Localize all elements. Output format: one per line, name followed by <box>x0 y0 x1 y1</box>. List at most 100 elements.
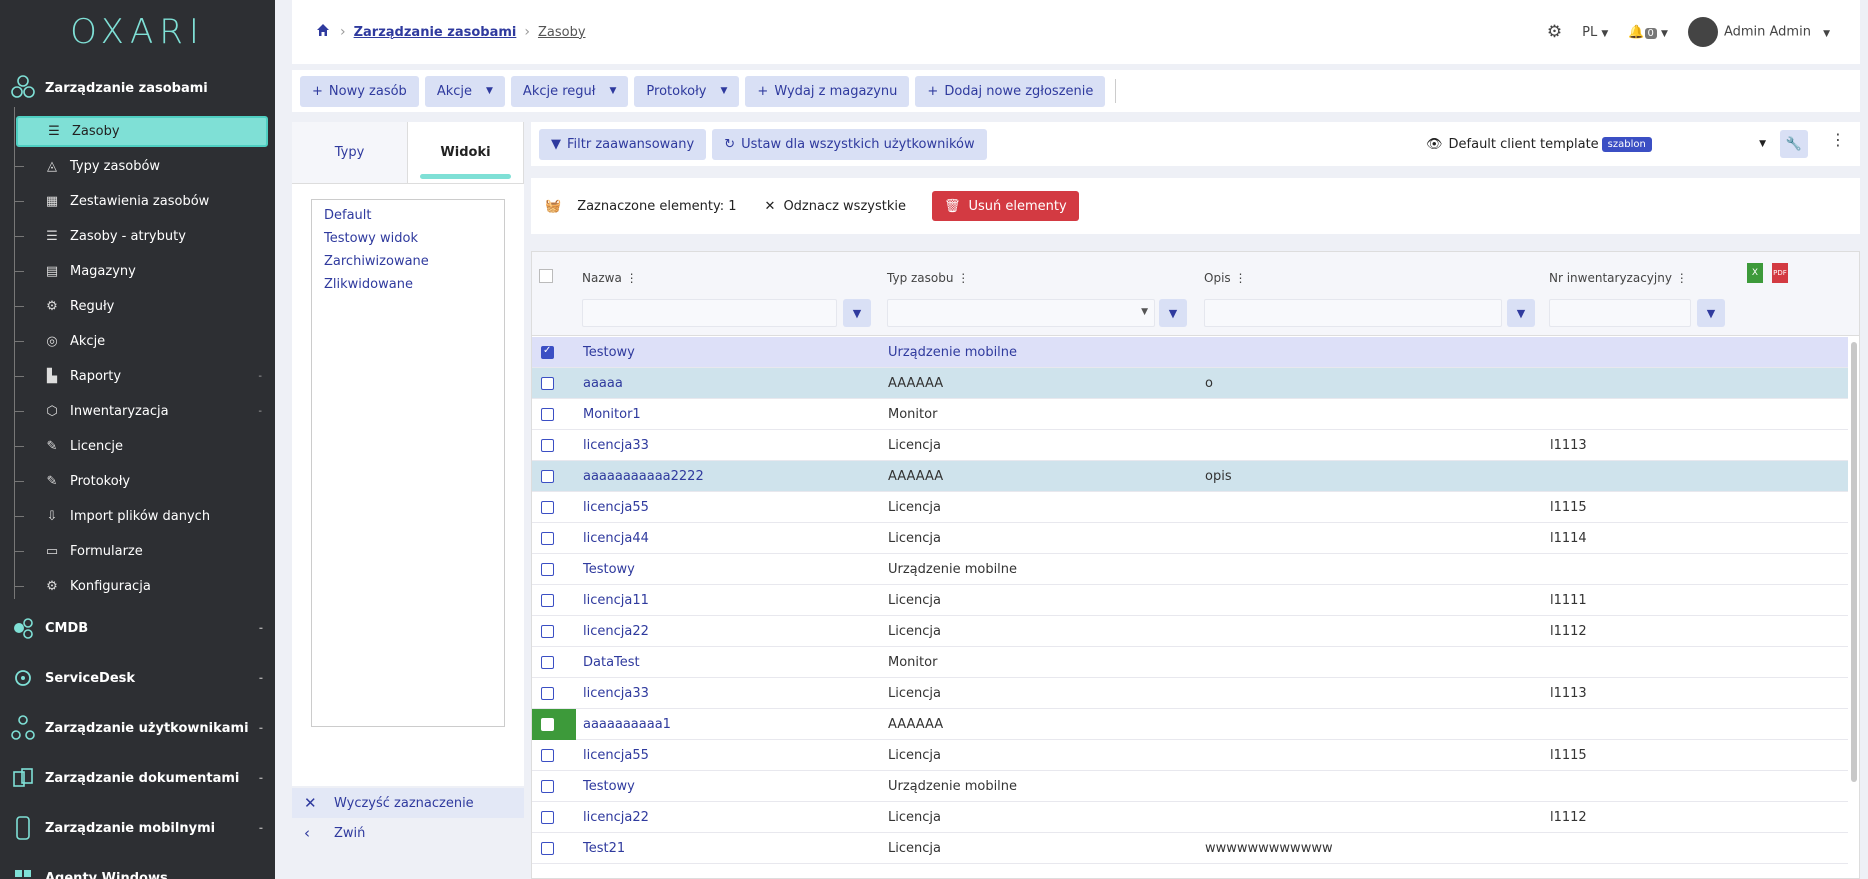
cell-name[interactable]: licencja22 <box>583 624 649 639</box>
table-row[interactable]: licencja22 Licencja l1112 <box>532 802 1848 833</box>
pdf-export-icon[interactable]: PDF <box>1772 263 1788 283</box>
advanced-filter-button[interactable]: ▼ Filtr zaawansowany <box>539 128 707 160</box>
row-checkbox[interactable] <box>541 562 554 576</box>
rule-actions-dropdown[interactable]: Akcje reguł ▼ <box>510 75 629 107</box>
sidebar-item-atrybuty[interactable]: ☰ Zasoby - atrybuty <box>14 221 268 252</box>
sidebar-item-protokoly[interactable]: ✎ Protokoły <box>14 466 268 497</box>
table-row[interactable]: aaaaa AAAAAA o <box>532 368 1848 399</box>
row-checkbox[interactable] <box>541 469 554 483</box>
sidebar-item-akcje[interactable]: ◎ Akcje <box>14 326 268 357</box>
col-header-name[interactable]: Nazwa ⋮ <box>582 271 638 285</box>
table-row[interactable]: licencja44 Licencja l1114 <box>532 523 1848 554</box>
table-row[interactable]: aaaaaaaaaa1 AAAAAA <box>532 709 1848 740</box>
new-asset-button[interactable]: + Nowy zasób <box>300 75 419 107</box>
more-vertical-icon[interactable]: ⋮ <box>1830 130 1846 149</box>
sidebar-section-windows-agents[interactable]: Agenty Windows <box>0 856 275 879</box>
sidebar-item-raporty[interactable]: ▙ Raporty - <box>14 361 268 392</box>
table-row[interactable]: licencja33 Licencja l1113 <box>532 430 1848 461</box>
breadcrumb-parent[interactable]: Zarządzanie zasobami <box>354 25 517 40</box>
cell-name[interactable]: licencja33 <box>583 438 649 453</box>
sidebar-item-typy-zasobow[interactable]: ◬ Typy zasobów <box>14 151 268 182</box>
col-header-desc[interactable]: Opis ⋮ <box>1204 271 1246 285</box>
scrollbar[interactable] <box>1851 342 1857 782</box>
wrench-icon[interactable]: 🔧 <box>1780 130 1808 158</box>
table-row[interactable]: DataTest Monitor <box>532 647 1848 678</box>
row-checkbox[interactable] <box>541 531 554 545</box>
filter-desc-input[interactable] <box>1204 299 1502 327</box>
filter-icon[interactable]: ▼ <box>1697 299 1725 327</box>
cell-name[interactable]: licencja44 <box>583 531 649 546</box>
sidebar-item-import[interactable]: ⇩ Import plików danych <box>14 501 268 532</box>
sidebar-section-mobile[interactable]: Zarządzanie mobilnymi - <box>0 806 275 850</box>
row-checkbox[interactable] <box>541 841 554 855</box>
table-row[interactable]: aaaaaaaaaaa2222 AAAAAA opis <box>532 461 1848 492</box>
breadcrumb-current[interactable]: Zasoby <box>538 25 586 40</box>
row-checkbox[interactable] <box>541 438 554 452</box>
table-row[interactable]: Testowy Urządzenie mobilne <box>532 337 1848 368</box>
cell-name[interactable]: Monitor1 <box>583 407 641 422</box>
select-all-checkbox[interactable] <box>539 269 553 283</box>
cell-name[interactable]: Test21 <box>583 841 625 856</box>
filter-icon[interactable]: ▼ <box>1507 299 1535 327</box>
cell-name[interactable]: aaaaaaaaaaa2222 <box>583 469 704 484</box>
cell-name[interactable]: aaaaaaaaaa1 <box>583 717 671 732</box>
col-header-type[interactable]: Typ zasobu ⋮ <box>887 271 969 285</box>
sidebar-section-cmdb[interactable]: CMDB - <box>0 606 275 650</box>
sidebar-item-inwentaryzacja[interactable]: ⬡ Inwentaryzacja - <box>14 396 268 427</box>
set-for-all-button[interactable]: ↻ Ustaw dla wszystkich użytkowników <box>712 128 987 160</box>
view-item[interactable]: Zlikwidowane <box>312 273 504 296</box>
cell-name[interactable]: Testowy <box>583 562 635 577</box>
unselect-all-button[interactable]: ✕ Odznacz wszystkie <box>765 199 906 214</box>
view-item[interactable]: Zarchiwizowane <box>312 250 504 273</box>
sidebar-item-licencje[interactable]: ✎ Licencje <box>14 431 268 462</box>
filter-type-select[interactable]: ▼ <box>887 299 1155 327</box>
home-icon[interactable] <box>316 23 330 41</box>
sidebar-item-formularze[interactable]: ▭ Formularze <box>14 536 268 567</box>
row-checkbox[interactable] <box>541 407 554 421</box>
actions-dropdown[interactable]: Akcje ▼ <box>424 75 505 107</box>
sidebar-item-magazyny[interactable]: ▤ Magazyny <box>14 256 268 287</box>
row-checkbox[interactable] <box>541 748 554 762</box>
notifications-button[interactable]: 🔔 0 ▼ <box>1628 25 1668 40</box>
user-menu[interactable]: Admin Admin ▼ <box>1687 17 1830 47</box>
issue-warehouse-button[interactable]: + Wydaj z magazynu <box>745 75 910 107</box>
sidebar-section-documents[interactable]: Zarządzanie dokumentami - <box>0 756 275 800</box>
add-ticket-button[interactable]: + Dodaj nowe zgłoszenie <box>915 75 1106 107</box>
row-checkbox[interactable] <box>541 655 554 669</box>
sidebar-item-reguly[interactable]: ⚙ Reguły <box>14 291 268 322</box>
delete-button[interactable]: 🗑 Usuń elementy <box>932 191 1079 221</box>
filter-icon[interactable]: ▼ <box>843 299 871 327</box>
tab-views[interactable]: Widoki <box>408 122 524 183</box>
table-row[interactable]: Test21 Licencja wwwwwwwwwwww <box>532 833 1848 864</box>
row-checkbox[interactable] <box>541 718 554 731</box>
table-row[interactable]: licencja22 Licencja l1112 <box>532 616 1848 647</box>
tab-types[interactable]: Typy <box>292 122 408 183</box>
clear-selection-button[interactable]: ✕ Wyczyść zaznaczenie <box>292 788 524 818</box>
row-checkbox[interactable] <box>541 376 554 390</box>
filter-inv-input[interactable] <box>1549 299 1691 327</box>
row-checkbox[interactable] <box>541 686 554 700</box>
excel-export-icon[interactable]: X <box>1747 263 1763 283</box>
template-select[interactable]: 👁 Default client template szablon ▼ <box>1426 130 1776 158</box>
table-row[interactable]: licencja55 Licencja l1115 <box>532 740 1848 771</box>
table-row[interactable]: licencja11 Licencja l1111 <box>532 585 1848 616</box>
cell-name[interactable]: licencja11 <box>583 593 649 608</box>
row-checkbox[interactable] <box>541 345 554 359</box>
language-select[interactable]: PL ▼ <box>1582 25 1608 40</box>
table-row[interactable]: licencja33 Licencja l1113 <box>532 678 1848 709</box>
sidebar-item-konfiguracja[interactable]: ⚙ Konfiguracja <box>14 571 268 602</box>
sidebar-section-users[interactable]: Zarządzanie użytkownikami - <box>0 706 275 750</box>
table-row[interactable]: Monitor1 Monitor <box>532 399 1848 430</box>
sidebar-section-servicedesk[interactable]: ServiceDesk - <box>0 656 275 700</box>
sidebar-item-zasoby[interactable]: ☰ Zasoby <box>16 116 268 147</box>
cell-name[interactable]: licencja22 <box>583 810 649 825</box>
cell-name[interactable]: Testowy <box>583 779 635 794</box>
col-header-inv[interactable]: Nr inwentaryzacyjny ⋮ <box>1549 271 1688 285</box>
table-row[interactable]: Testowy Urządzenie mobilne <box>532 771 1848 802</box>
filter-name-input[interactable] <box>582 299 837 327</box>
view-item[interactable]: Default <box>312 204 504 227</box>
row-checkbox[interactable] <box>541 779 554 793</box>
cell-name[interactable]: aaaaa <box>583 376 623 391</box>
collapse-button[interactable]: ‹ Zwiń <box>292 818 524 848</box>
sidebar-section-assets[interactable]: Zarządzanie zasobami <box>0 66 275 110</box>
